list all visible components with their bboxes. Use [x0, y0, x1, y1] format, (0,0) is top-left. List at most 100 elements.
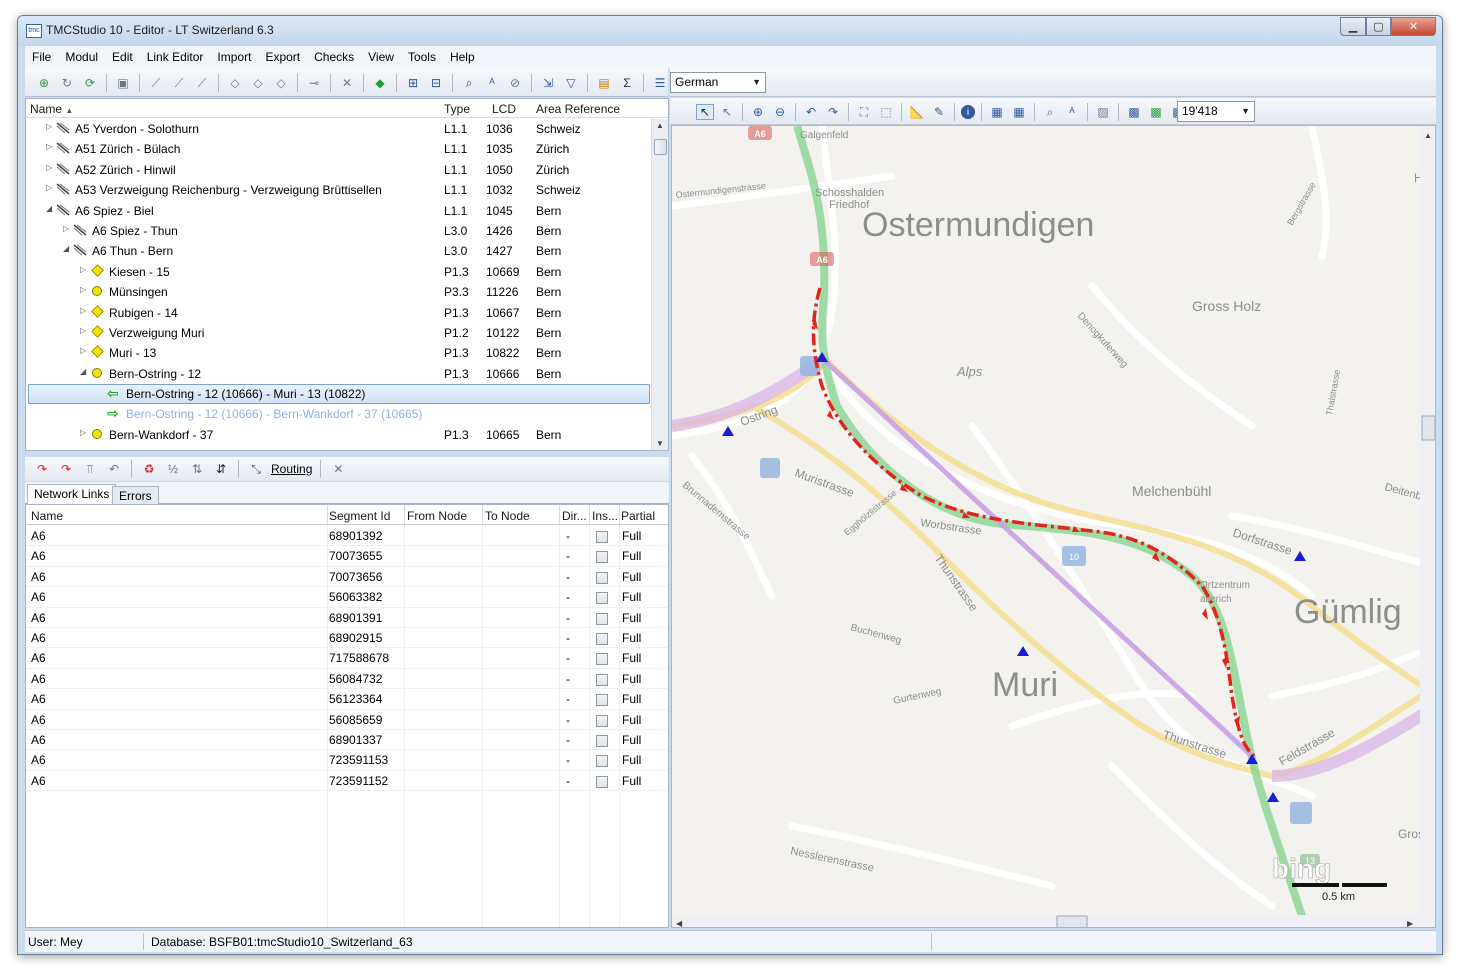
collapse-icon[interactable]: ◢ — [63, 244, 69, 253]
column-inserted[interactable]: Ins... — [592, 509, 618, 523]
road-icon[interactable]: ⟋ — [147, 75, 165, 91]
tree-row[interactable]: ◢ A6 Spiez - Biel L1.1 1045 Bern — [26, 201, 650, 221]
tree-row[interactable]: ▷ A5 Yverdon - Solothurn L1.1 1036 Schweiz — [26, 119, 650, 139]
table-row[interactable]: A6 70073656 - Full — [26, 567, 668, 588]
language-select[interactable]: German ▼ — [670, 72, 766, 93]
inserted-checkbox[interactable] — [596, 673, 608, 686]
scrollbar-thumb[interactable] — [654, 139, 667, 155]
filter-clear-icon[interactable]: ⊘ — [506, 75, 524, 91]
refresh-icon[interactable]: ↻ — [58, 75, 76, 91]
map-vertical-scroll-thumb[interactable] — [1421, 415, 1435, 441]
map-view-2-icon[interactable]: ▩ — [1147, 104, 1165, 120]
tree-row[interactable]: ◢ Bern-Ostring - 12 P1.3 10666 Bern — [26, 364, 650, 384]
map-view[interactable]: A6 A6 10 13 Ostermundigen Gross Holz Alp… — [671, 125, 1436, 928]
tree-edit-icon[interactable]: ⊟ — [427, 75, 445, 91]
inserted-checkbox[interactable] — [596, 551, 608, 564]
menu-edit[interactable]: Edit — [105, 50, 140, 64]
window-icon[interactable]: ▣ — [114, 75, 132, 91]
column-to-node[interactable]: To Node — [485, 509, 530, 523]
zoom-next-icon[interactable]: ↷ — [824, 104, 842, 120]
close-button[interactable]: ✕ — [1391, 17, 1436, 36]
point-add-icon[interactable]: ◇ — [249, 75, 267, 91]
zoom-selection-icon[interactable]: ⬚ — [877, 104, 895, 120]
title-bar[interactable]: tmc TMCStudio 10 - Editor - LT Switzerla… — [18, 16, 1442, 46]
link-icon[interactable]: ⊸ — [305, 75, 323, 91]
link-split-icon[interactable]: ⫪ — [81, 461, 99, 477]
direction-icon[interactable]: ⇵ — [212, 461, 230, 477]
filter-icon[interactable]: ▽ — [562, 75, 580, 91]
tree-row[interactable]: ▷ Münsingen P3.3 11226 Bern — [26, 282, 650, 302]
tab-network-links[interactable]: Network Links — [27, 484, 117, 504]
zoom-out-icon[interactable]: ⊖ — [771, 104, 789, 120]
replace-icon[interactable]: ᴬ — [483, 75, 501, 91]
map-find-icon[interactable]: ⌕ — [1041, 104, 1059, 120]
table-row[interactable]: A6 723591152 - Full — [26, 771, 668, 792]
sort-icon[interactable]: ⇅ — [188, 461, 206, 477]
export-icon[interactable]: ⇲ — [539, 75, 557, 91]
column-type[interactable]: Type — [444, 102, 470, 116]
inserted-checkbox[interactable] — [596, 571, 608, 584]
road-add-icon[interactable]: ⟋ — [170, 75, 188, 91]
info-icon[interactable]: i — [961, 105, 975, 119]
column-name[interactable]: Name — [31, 509, 63, 523]
select-pointer-icon[interactable]: ↖ — [696, 104, 714, 120]
measure-icon[interactable]: 📐 — [908, 104, 926, 120]
validate-icon[interactable]: ◆ — [371, 75, 389, 91]
table-row[interactable]: A6 68901391 - Full — [26, 608, 668, 628]
table-row[interactable]: A6 56063382 - Full — [26, 587, 668, 608]
expand-icon[interactable]: ▷ — [80, 265, 86, 274]
add-icon[interactable]: ⊕ — [35, 75, 53, 91]
expand-icon[interactable]: ▷ — [46, 183, 52, 192]
layer-icon[interactable]: ▦ — [988, 104, 1006, 120]
draw-icon[interactable]: ✎ — [930, 104, 948, 120]
deselect-icon[interactable]: ↖ — [718, 104, 736, 120]
point-edit-icon[interactable]: ◇ — [272, 75, 290, 91]
zoom-in-icon[interactable]: ⊕ — [749, 104, 767, 120]
road-remove-icon[interactable]: ⟋ — [193, 75, 211, 91]
menu-help[interactable]: Help — [443, 50, 482, 64]
tree-row[interactable]: ▷ A52 Zürich - Hinwil L1.1 1050 Zürich — [26, 160, 650, 180]
column-from-node[interactable]: From Node — [407, 509, 467, 523]
column-name[interactable]: Name ▲ — [30, 102, 73, 116]
table-row[interactable]: A6 56085659 - Full — [26, 710, 668, 730]
map-canvas[interactable]: A6 A6 10 13 Ostermundigen Gross Holz Alp… — [672, 126, 1436, 928]
sync-icon[interactable]: ⟳ — [81, 75, 99, 91]
expand-icon[interactable]: ▷ — [80, 285, 86, 294]
tree-row[interactable]: ▷ A53 Verzweigung Reichenburg - Verzweigu… — [26, 180, 650, 200]
link-remove-icon[interactable]: ↷ — [57, 461, 75, 477]
sum-icon[interactable]: Σ — [618, 75, 636, 91]
menu-checks[interactable]: Checks — [307, 50, 361, 64]
tab-errors[interactable]: Errors — [112, 486, 159, 504]
routing-button[interactable]: Routing — [271, 462, 312, 476]
tree-add-icon[interactable]: ⊞ — [404, 75, 422, 91]
tree-row[interactable]: ▷ Bern-Wankdorf - 37 P1.3 10665 Bern — [26, 425, 650, 445]
table-row[interactable]: A6 68902915 - Full — [26, 628, 668, 649]
expand-icon[interactable]: ▷ — [46, 122, 52, 131]
tree-row[interactable]: ▷ Verzweigung Muri P1.2 10122 Bern — [26, 323, 650, 343]
column-partial[interactable]: Partial — [621, 509, 655, 523]
column-direction[interactable]: Dir... — [562, 509, 588, 523]
menu-file[interactable]: File — [25, 50, 58, 64]
table-row[interactable]: A6 717588678 - Full — [26, 648, 668, 669]
zoom-scale-select[interactable]: 19'418 ▼ — [1177, 101, 1255, 122]
menu-modul[interactable]: Modul — [58, 50, 105, 64]
tree-row[interactable]: ▷ Kiesen - 15 P1.3 10669 Bern — [26, 262, 650, 282]
point-icon[interactable]: ◇ — [226, 75, 244, 91]
tree-scrollbar[interactable]: ▲ ▼ — [651, 119, 668, 450]
table-row[interactable]: A6 70073655 - Full — [26, 546, 668, 567]
menu-tools[interactable]: Tools — [401, 50, 443, 64]
inserted-checkbox[interactable] — [596, 775, 608, 788]
menu-view[interactable]: View — [361, 50, 401, 64]
inserted-checkbox[interactable] — [596, 592, 608, 605]
tree-row[interactable]: ▷ Rubigen - 14 P1.3 10667 Bern — [26, 303, 650, 323]
inserted-checkbox[interactable] — [596, 755, 608, 768]
map-find-text-icon[interactable]: ᴬ — [1063, 104, 1081, 120]
column-segment-id[interactable]: Segment Id — [329, 509, 390, 523]
delete-icon[interactable]: ✕ — [338, 75, 356, 91]
route-draw-icon[interactable]: ⤡ — [247, 461, 265, 477]
undo-icon[interactable]: ↶ — [105, 461, 123, 477]
table-row[interactable]: A6 56123364 - Full — [26, 689, 668, 710]
inserted-checkbox[interactable] — [596, 653, 608, 666]
tree-row[interactable]: ▷ A6 Spiez - Thun L3.0 1426 Bern — [26, 221, 650, 241]
list-icon[interactable]: ☰ — [651, 75, 669, 91]
